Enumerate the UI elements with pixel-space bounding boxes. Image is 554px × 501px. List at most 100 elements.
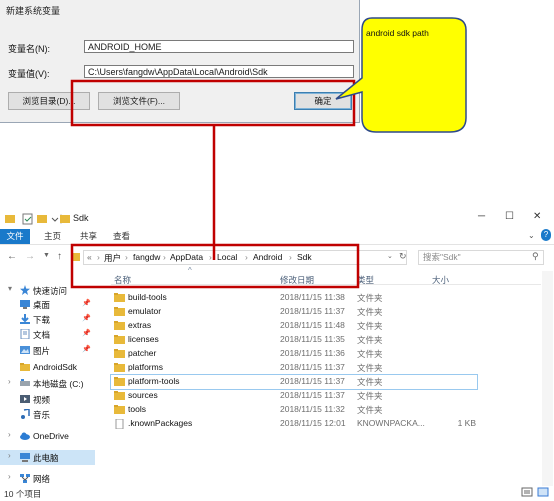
- variable-value-input[interactable]: C:\Users\fangdw\AppData\Local\Android\Sd…: [84, 65, 354, 78]
- file-date: 2018/11/15 11:32: [280, 404, 345, 414]
- folder-icon: [114, 349, 125, 358]
- chevron-down-icon[interactable]: ⌄: [528, 231, 535, 240]
- file-name: platform-tools: [128, 376, 180, 386]
- folder-icon: [114, 307, 125, 316]
- expand-arrow-icon[interactable]: ›: [8, 472, 11, 481]
- folder-icon: [60, 215, 70, 223]
- sidebar-item[interactable]: 下载 📌: [0, 312, 95, 327]
- tab-home[interactable]: 主页: [44, 229, 61, 244]
- file-row[interactable]: sources 2018/11/15 11:37 文件夹: [111, 389, 554, 403]
- sidebar-item[interactable]: AndroidSdk: [0, 360, 95, 375]
- file-name: patcher: [128, 348, 157, 358]
- video-icon: [20, 394, 30, 404]
- vertical-scrollbar[interactable]: [542, 271, 553, 486]
- pin-icon: 📌: [82, 330, 91, 337]
- file-date: 2018/11/15 11:35: [280, 334, 345, 344]
- tab-share[interactable]: 共享: [80, 229, 97, 244]
- back-arrow-icon[interactable]: ←: [7, 251, 17, 262]
- file-row[interactable]: licenses 2018/11/15 11:35 文件夹: [111, 333, 554, 347]
- document-icon: [20, 328, 30, 340]
- folder-icon: [20, 362, 30, 372]
- address-dropdown-icon[interactable]: ⌄: [387, 252, 393, 260]
- breadcrumb-item[interactable]: 用户: [104, 252, 121, 264]
- expand-arrow-icon[interactable]: ›: [8, 377, 11, 386]
- browse-file-button[interactable]: 浏览文件(F)...: [98, 92, 180, 110]
- expand-arrow-icon[interactable]: ›: [8, 451, 11, 460]
- sidebar-item[interactable]: 网络: [0, 471, 95, 486]
- dialog-title: 新建系统变量: [6, 6, 61, 16]
- file-row[interactable]: emulator 2018/11/15 11:37 文件夹: [111, 305, 554, 319]
- sidebar-item[interactable]: OneDrive: [0, 429, 95, 444]
- file-date: 2018/11/15 11:37: [280, 362, 345, 372]
- sidebar-item[interactable]: 此电脑: [0, 450, 95, 465]
- header-divider: [111, 284, 541, 285]
- breadcrumb-overflow[interactable]: «: [87, 252, 92, 262]
- sidebar-item[interactable]: 音乐: [0, 407, 95, 422]
- refresh-icon[interactable]: ↻: [399, 251, 407, 262]
- sidebar-item[interactable]: 视频: [0, 392, 95, 407]
- file-row[interactable]: platform-tools 2018/11/15 11:37 文件夹: [110, 374, 478, 390]
- file-row[interactable]: extras 2018/11/15 11:48 文件夹: [111, 319, 554, 333]
- breadcrumb-item[interactable]: Sdk: [297, 252, 312, 262]
- folder-icon: [114, 321, 125, 330]
- sidebar-item-label: 本地磁盘 (C:): [33, 379, 84, 389]
- file-type: 文件夹: [357, 321, 383, 331]
- search-icon[interactable]: ⚲: [532, 251, 539, 262]
- file-row[interactable]: platforms 2018/11/15 11:37 文件夹: [111, 361, 554, 375]
- file-type: 文件夹: [357, 293, 383, 303]
- file-date: 2018/11/15 12:01: [280, 418, 346, 428]
- view-toggle[interactable]: [521, 487, 551, 497]
- maximize-button[interactable]: ☐: [505, 211, 514, 222]
- breadcrumb-item[interactable]: Local: [217, 252, 237, 262]
- forward-arrow-icon[interactable]: →: [25, 251, 35, 262]
- download-icon: [20, 314, 30, 324]
- sidebar-item[interactable]: 本地磁盘 (C:): [0, 376, 95, 391]
- file-type: KNOWNPACKA...: [357, 418, 425, 428]
- file-date: 2018/11/15 11:36: [280, 348, 345, 358]
- computer-icon: [20, 452, 30, 462]
- file-row[interactable]: .knownPackages 2018/11/15 12:01 KNOWNPACKA…: [111, 417, 554, 431]
- up-arrow-icon[interactable]: ↑: [57, 251, 62, 262]
- file-row[interactable]: patcher 2018/11/15 11:36 文件夹: [111, 347, 554, 361]
- ok-button[interactable]: 确定: [294, 92, 352, 110]
- status-item-count: 10 个项目: [4, 489, 42, 499]
- tab-view[interactable]: 查看: [113, 229, 130, 244]
- sidebar-item-label: OneDrive: [33, 431, 69, 441]
- browse-directory-button[interactable]: 浏览目录(D)...: [8, 92, 90, 110]
- file-row[interactable]: build-tools 2018/11/15 11:38 文件夹: [111, 291, 554, 305]
- sidebar-item[interactable]: 桌面 📌: [0, 297, 95, 312]
- variable-name-input[interactable]: ANDROID_HOME: [84, 40, 354, 53]
- file-type: 文件夹: [357, 391, 383, 401]
- sidebar-item-label: 快速访问: [33, 286, 68, 296]
- expand-arrow-icon[interactable]: ▾: [8, 284, 12, 293]
- minimize-button[interactable]: ─: [478, 211, 485, 222]
- file-row[interactable]: tools 2018/11/15 11:32 文件夹: [111, 403, 554, 417]
- breadcrumb-item[interactable]: AppData: [170, 252, 203, 262]
- expand-arrow-icon[interactable]: ›: [8, 430, 11, 439]
- sidebar-item-label: 下载: [33, 315, 51, 325]
- folder-icon: [114, 405, 125, 414]
- sidebar-item-label: 图片: [33, 346, 51, 356]
- explorer-titlebar: Sdk ─ ☐ ✕: [0, 209, 554, 229]
- sidebar-item-label: 网络: [33, 474, 51, 484]
- sidebar-item[interactable]: 快速访问: [0, 283, 95, 298]
- sidebar-item-label: AndroidSdk: [33, 362, 77, 372]
- tab-file[interactable]: 文件: [0, 229, 30, 244]
- sidebar-item[interactable]: 文档 📌: [0, 327, 95, 342]
- recent-locations-icon[interactable]: ▼: [43, 252, 50, 259]
- picture-icon: [20, 345, 30, 355]
- help-icon[interactable]: ?: [541, 229, 551, 241]
- breadcrumb-item[interactable]: Android: [253, 252, 282, 262]
- file-type: 文件夹: [357, 377, 383, 387]
- folder-icon: [114, 293, 125, 302]
- quick-access-toolbar[interactable]: [5, 213, 65, 225]
- desktop-icon: [20, 299, 30, 309]
- breadcrumb-item[interactable]: fangdw: [133, 252, 160, 262]
- close-button[interactable]: ✕: [533, 211, 541, 222]
- file-date: 2018/11/15 11:37: [280, 390, 345, 400]
- pin-icon: 📌: [82, 315, 91, 322]
- window-title: Sdk: [73, 213, 89, 223]
- search-input[interactable]: 搜索"Sdk": [418, 250, 544, 265]
- sidebar-item[interactable]: 图片 📌: [0, 343, 95, 358]
- file-name: extras: [128, 320, 152, 330]
